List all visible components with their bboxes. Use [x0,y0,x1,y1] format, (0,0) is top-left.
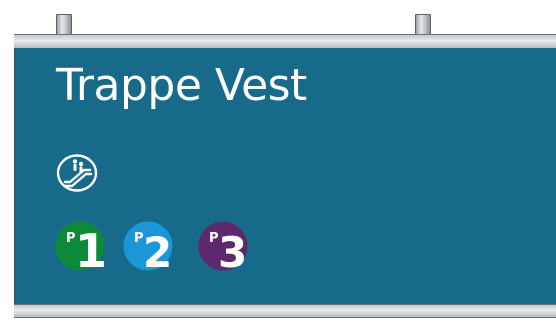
sign-scene: Trappe Vest P 1 P 2 P 3 [0,0,556,321]
sign-title: Trappe Vest [56,60,307,111]
parking-badge-p2: P 2 [123,221,173,271]
left-hanging-post [56,14,72,36]
sign-panel: Trappe Vest P 1 P 2 P 3 [14,48,556,305]
right-hanging-post [415,14,431,36]
parking-number: 3 [218,228,247,271]
bottom-rail [14,304,556,318]
parking-badge-p1: P 1 [55,221,105,271]
top-rail [14,34,556,49]
parking-number: 1 [75,224,105,271]
escalator-icon [56,154,98,192]
parking-badge-p3: P 3 [198,221,248,271]
parking-number: 2 [143,228,172,271]
